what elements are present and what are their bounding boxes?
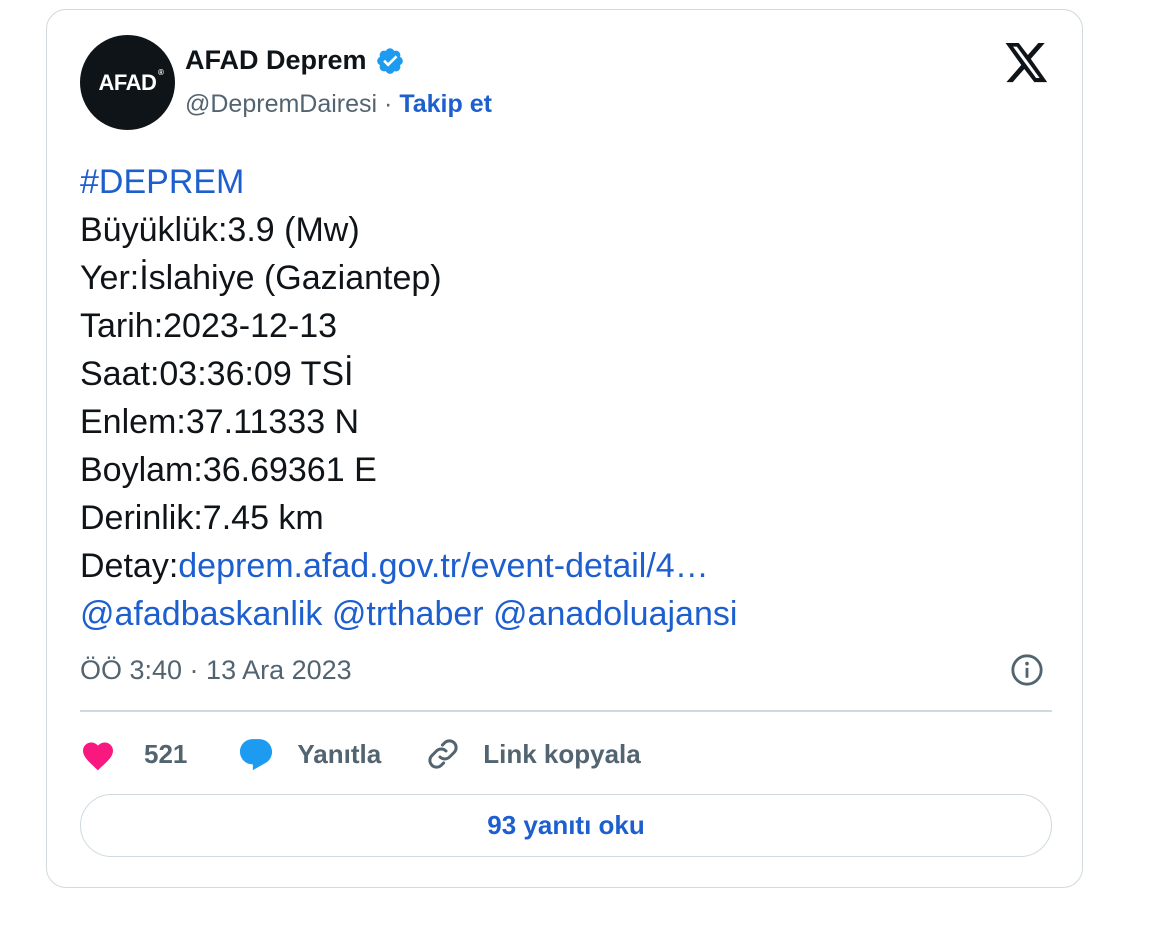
- mention-link[interactable]: @trthaber: [332, 595, 484, 633]
- depth-line: Derinlik:7.45 km: [80, 499, 324, 537]
- magnitude-line: Büyüklük:3.9 (Mw): [80, 211, 360, 249]
- info-icon[interactable]: [1010, 653, 1044, 687]
- handle-row: @DepremDairesi · Takip et: [185, 90, 492, 119]
- tweet-text: #DEPREM Büyüklük:3.9 (Mw) Yer:İslahiye (…: [80, 158, 1050, 638]
- location-line: Yer:İslahiye (Gaziantep): [80, 259, 442, 297]
- display-name[interactable]: AFAD Deprem: [185, 45, 367, 76]
- reply-button[interactable]: Yanıtla: [237, 736, 381, 772]
- hashtag-link[interactable]: #DEPREM: [80, 163, 244, 201]
- heart-icon: [83, 742, 113, 770]
- date-line: Tarih:2023-12-13: [80, 307, 338, 345]
- detail-line: Detay:deprem.afad.gov.tr/event-detail/4…: [80, 542, 1050, 590]
- tweet-embed-card: AFAD ® AFAD Deprem @DepremDairesi · Takip…: [46, 9, 1083, 888]
- reply-label: Yanıtla: [297, 738, 382, 769]
- like-count: 521: [144, 738, 188, 769]
- detail-link[interactable]: deprem.afad.gov.tr/event-detail/4…: [178, 547, 708, 585]
- copy-link-button[interactable]: Link kopyala: [425, 736, 641, 772]
- reply-bubble-icon: [240, 739, 273, 771]
- divider: [80, 710, 1052, 712]
- mention-link[interactable]: @afadbaskanlik: [80, 595, 322, 633]
- registered-mark: ®: [158, 67, 164, 77]
- detail-prefix: Detay:: [80, 547, 179, 585]
- action-bar: 521 Yanıtla Link kopyala: [80, 732, 641, 776]
- separator: ·: [377, 90, 400, 118]
- time-line: Saat:03:36:09 TSİ: [80, 355, 354, 393]
- x-logo-icon[interactable]: [1005, 43, 1049, 83]
- mention-link[interactable]: @anadoluajansi: [493, 595, 737, 633]
- verified-badge-icon: [376, 47, 403, 74]
- avatar-logo-text: AFAD ®: [98, 67, 164, 95]
- like-button[interactable]: 521: [80, 738, 187, 771]
- latitude-line: Enlem:37.11333 N: [80, 403, 360, 441]
- avatar[interactable]: AFAD ®: [80, 35, 175, 130]
- timestamp-link[interactable]: ÖÖ 3:40 · 13 Ara 2023: [80, 655, 352, 686]
- link-icon: [428, 739, 458, 769]
- longitude-line: Boylam:36.69361 E: [80, 451, 377, 489]
- follow-link[interactable]: Takip et: [399, 90, 492, 118]
- copy-link-label: Link kopyala: [483, 738, 641, 769]
- handle[interactable]: @DepremDairesi: [185, 90, 377, 118]
- read-replies-button[interactable]: 93 yanıtı oku: [80, 794, 1052, 857]
- display-name-row: AFAD Deprem: [185, 45, 405, 76]
- mentions-line: @afadbaskanlik @trthaber @anadoluajansi: [80, 590, 1050, 638]
